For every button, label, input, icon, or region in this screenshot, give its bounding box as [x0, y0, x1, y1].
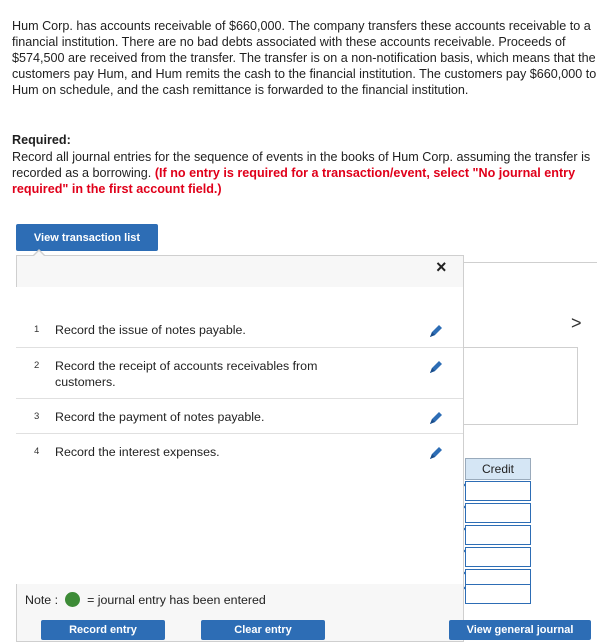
pencil-icon[interactable] — [428, 323, 444, 339]
legend-note: Note : = journal entry has been entered — [25, 592, 266, 607]
transaction-text: Record the receipt of accounts receivabl… — [55, 359, 318, 389]
credit-input[interactable] — [462, 481, 531, 501]
journal-entry-box — [462, 347, 578, 425]
credit-input[interactable] — [462, 525, 531, 545]
view-transaction-list-button[interactable]: View transaction list — [16, 224, 158, 251]
credit-input[interactable] — [462, 503, 531, 523]
transaction-number: 3 — [34, 411, 40, 422]
transaction-number: 1 — [34, 324, 40, 335]
transaction-row[interactable]: 4 Record the interest expenses. — [16, 434, 463, 468]
transaction-text: Record the issue of notes payable. — [55, 323, 246, 337]
transaction-number: 4 — [34, 446, 40, 457]
journal-panel-border — [462, 262, 597, 263]
required-body: Record all journal entries for the seque… — [12, 149, 597, 197]
required-heading: Required: — [12, 133, 71, 147]
transaction-text: Record the payment of notes payable. — [55, 410, 265, 424]
transaction-list: 1 Record the issue of notes payable. 2 R… — [16, 287, 463, 584]
entered-indicator-icon — [65, 592, 81, 607]
pencil-icon[interactable] — [428, 445, 444, 461]
clear-entry-button[interactable]: Clear entry — [201, 620, 325, 640]
close-icon[interactable]: × — [436, 257, 447, 277]
chevron-right-icon[interactable]: > — [571, 313, 582, 334]
transaction-row[interactable]: 1 Record the issue of notes payable. — [16, 314, 463, 348]
transaction-row[interactable]: 2 Record the receipt of accounts receiva… — [16, 348, 463, 399]
note-text: = journal entry has been entered — [87, 592, 266, 607]
note-label: Note : — [25, 592, 59, 607]
problem-statement: Hum Corp. has accounts receivable of $66… — [12, 18, 597, 98]
popup-pointer-fill — [33, 251, 45, 257]
transaction-number: 2 — [34, 360, 40, 371]
transaction-text: Record the interest expenses. — [55, 445, 220, 459]
credit-input[interactable] — [462, 584, 531, 604]
credit-column-header: Credit — [465, 458, 531, 480]
transaction-row[interactable]: 3 Record the payment of notes payable. — [16, 399, 463, 434]
view-general-journal-button[interactable]: View general journal — [449, 620, 591, 640]
pencil-icon[interactable] — [428, 410, 444, 426]
record-entry-button[interactable]: Record entry — [41, 620, 165, 640]
credit-input[interactable] — [462, 547, 531, 567]
problem-text: Hum Corp. has accounts receivable of $66… — [12, 19, 597, 97]
pencil-icon[interactable] — [428, 359, 444, 375]
